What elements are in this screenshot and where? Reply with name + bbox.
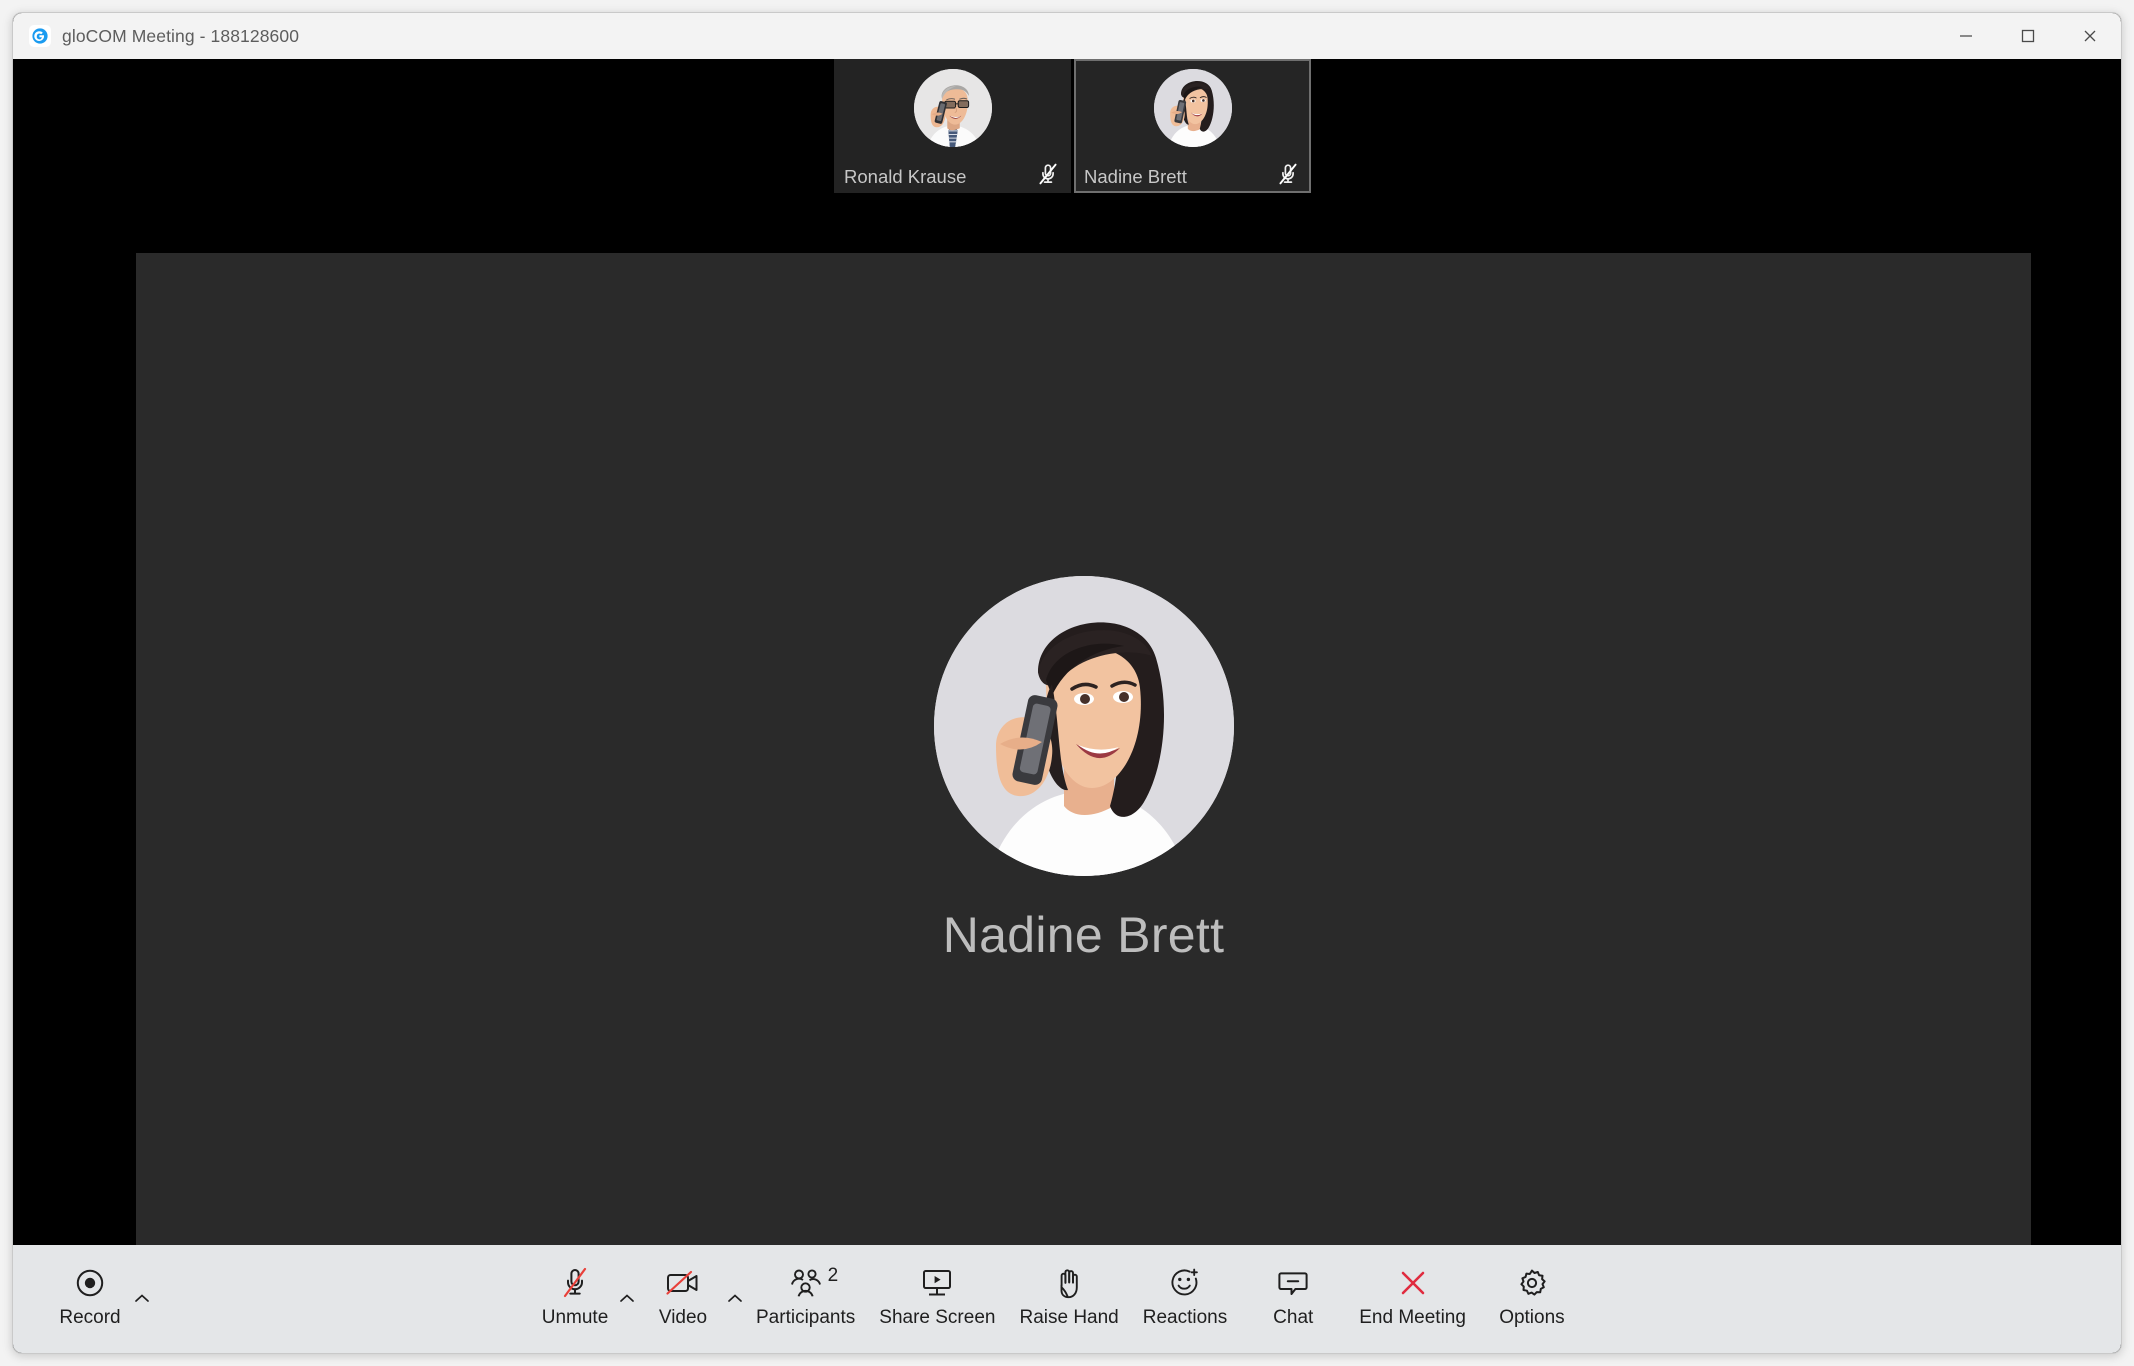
unmute-button[interactable]: Unmute (528, 1253, 636, 1345)
raise-hand-icon (1054, 1261, 1084, 1305)
unmute-label: Unmute (541, 1307, 609, 1328)
record-button[interactable]: Record (43, 1253, 151, 1345)
options-button[interactable]: Options (1478, 1253, 1586, 1345)
man-on-phone-avatar (913, 69, 992, 147)
close-button[interactable] (2059, 13, 2121, 59)
participant-name: Nadine Brett (1084, 166, 1187, 187)
end-meeting-label: End Meeting (1359, 1307, 1466, 1328)
record-label: Record (59, 1307, 121, 1328)
chat-button[interactable]: Chat (1239, 1253, 1347, 1345)
avatar (933, 576, 1234, 876)
window-controls (1935, 13, 2121, 59)
end-meeting-button[interactable]: End Meeting (1347, 1253, 1478, 1345)
microphone-muted-icon (1277, 162, 1299, 186)
active-speaker-name: Nadine Brett (942, 907, 1225, 963)
participants-button[interactable]: 2 Participants (744, 1253, 867, 1345)
share-screen-button[interactable]: Share Screen (867, 1253, 1007, 1345)
options-label: Options (1499, 1307, 1565, 1328)
camera-off-icon (664, 1261, 702, 1305)
participant-name: Ronald Krause (844, 166, 967, 187)
title-bar-left: gloCOM Meeting - 188128600 (13, 25, 299, 47)
maximize-button[interactable] (1997, 13, 2059, 59)
gear-icon (1516, 1261, 1548, 1305)
active-speaker-stage: Nadine Brett (136, 253, 2031, 1317)
end-meeting-x-icon (1397, 1261, 1429, 1305)
avatar (913, 69, 992, 147)
meeting-window: gloCOM Meeting - 188128600 Ronald Krause… (12, 12, 2122, 1354)
record-options-chevron-up-icon[interactable] (129, 1289, 155, 1307)
minimize-button[interactable] (1935, 13, 1997, 59)
toolbar-center-group: Unmute Video 2 Participants Share Screen… (528, 1245, 1586, 1353)
woman-on-phone-avatar (933, 576, 1234, 876)
participant-thumbnail-strip: Ronald Krause Nadine Brett (834, 59, 1311, 193)
reactions-icon (1168, 1261, 1202, 1305)
video-button[interactable]: Video (636, 1253, 744, 1345)
meeting-canvas: Ronald Krause Nadine Brett Nadine Brett (13, 59, 2121, 1317)
video-label: Video (658, 1307, 708, 1328)
reactions-button[interactable]: Reactions (1131, 1253, 1240, 1345)
participants-icon (788, 1261, 824, 1305)
share-screen-icon (920, 1261, 954, 1305)
chat-icon (1276, 1261, 1310, 1305)
participants-label: Participants (756, 1307, 856, 1328)
chat-label: Chat (1273, 1307, 1314, 1328)
title-bar: gloCOM Meeting - 188128600 (13, 13, 2121, 59)
window-title: gloCOM Meeting - 188128600 (62, 25, 300, 46)
participant-thumbnail[interactable]: Ronald Krause (834, 59, 1071, 193)
toolbar-left-group: Record (43, 1245, 151, 1353)
active-speaker-content: Nadine Brett (136, 253, 2031, 1317)
raise-hand-label: Raise Hand (1019, 1307, 1119, 1328)
glocom-g-icon (29, 25, 51, 47)
microphone-muted-icon (559, 1261, 591, 1305)
avatar (1153, 69, 1232, 147)
share-screen-label: Share Screen (879, 1307, 996, 1328)
participants-count-badge: 2 (827, 1265, 839, 1286)
participant-thumbnail[interactable]: Nadine Brett (1074, 59, 1311, 193)
meeting-toolbar: Record Unmute Video 2 Participants Share… (13, 1245, 2121, 1353)
microphone-muted-icon (1037, 162, 1059, 186)
raise-hand-button[interactable]: Raise Hand (1007, 1253, 1130, 1345)
reactions-label: Reactions (1142, 1307, 1228, 1328)
record-icon (73, 1261, 107, 1305)
woman-on-phone-avatar (1153, 69, 1232, 147)
